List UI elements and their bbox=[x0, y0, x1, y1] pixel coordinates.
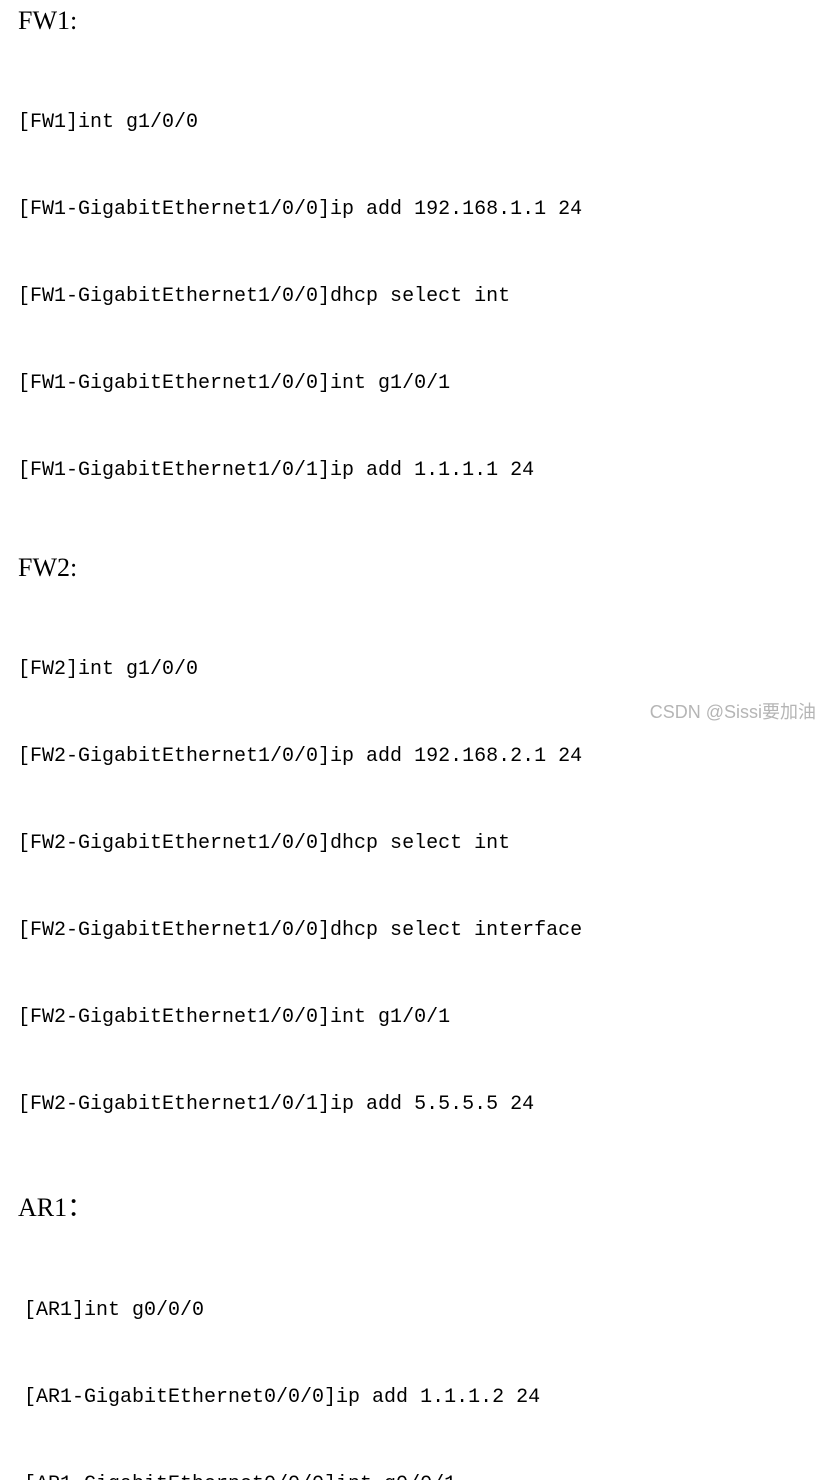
section-title-fw1: FW1: bbox=[0, 0, 834, 40]
code-line: [AR1-GigabitEthernet0/0/0]ip add 1.1.1.2… bbox=[24, 1383, 810, 1412]
code-line: [FW1-GigabitEthernet1/0/0]int g1/0/1 bbox=[18, 369, 816, 398]
code-block-ar1: [AR1]int g0/0/0 [AR1-GigabitEthernet0/0/… bbox=[0, 1228, 834, 1480]
code-line: [FW1]int g1/0/0 bbox=[18, 108, 816, 137]
section-title-fw2: FW2: bbox=[0, 547, 834, 587]
section-fw2: FW2: [FW2]int g1/0/0 [FW2-GigabitEtherne… bbox=[0, 547, 834, 1181]
code-block-fw2: [FW2]int g1/0/0 [FW2-GigabitEthernet1/0/… bbox=[0, 587, 834, 1181]
code-line: [FW2-GigabitEthernet1/0/0]ip add 192.168… bbox=[18, 742, 816, 771]
code-block-fw1: [FW1]int g1/0/0 [FW1-GigabitEthernet1/0/… bbox=[0, 40, 834, 547]
section-title-ar1: AR1： bbox=[0, 1181, 834, 1228]
section-ar1: AR1： [AR1]int g0/0/0 [AR1-GigabitEtherne… bbox=[0, 1181, 834, 1480]
code-line: [AR1-GigabitEthernet0/0/0]int g0/0/1 bbox=[24, 1470, 810, 1480]
code-line: [FW2-GigabitEthernet1/0/0]int g1/0/1 bbox=[18, 1003, 816, 1032]
code-line: [FW2-GigabitEthernet1/0/1]ip add 5.5.5.5… bbox=[18, 1090, 816, 1119]
section-fw1: FW1: [FW1]int g1/0/0 [FW1-GigabitEtherne… bbox=[0, 0, 834, 547]
code-line: [FW2-GigabitEthernet1/0/0]dhcp select in… bbox=[18, 916, 816, 945]
code-line: [FW2-GigabitEthernet1/0/0]dhcp select in… bbox=[18, 829, 816, 858]
code-line: [FW1-GigabitEthernet1/0/1]ip add 1.1.1.1… bbox=[18, 456, 816, 485]
code-line: [FW2]int g1/0/0 bbox=[18, 655, 816, 684]
code-line: [AR1]int g0/0/0 bbox=[24, 1296, 810, 1325]
code-line: [FW1-GigabitEthernet1/0/0]ip add 192.168… bbox=[18, 195, 816, 224]
code-line: [FW1-GigabitEthernet1/0/0]dhcp select in… bbox=[18, 282, 816, 311]
